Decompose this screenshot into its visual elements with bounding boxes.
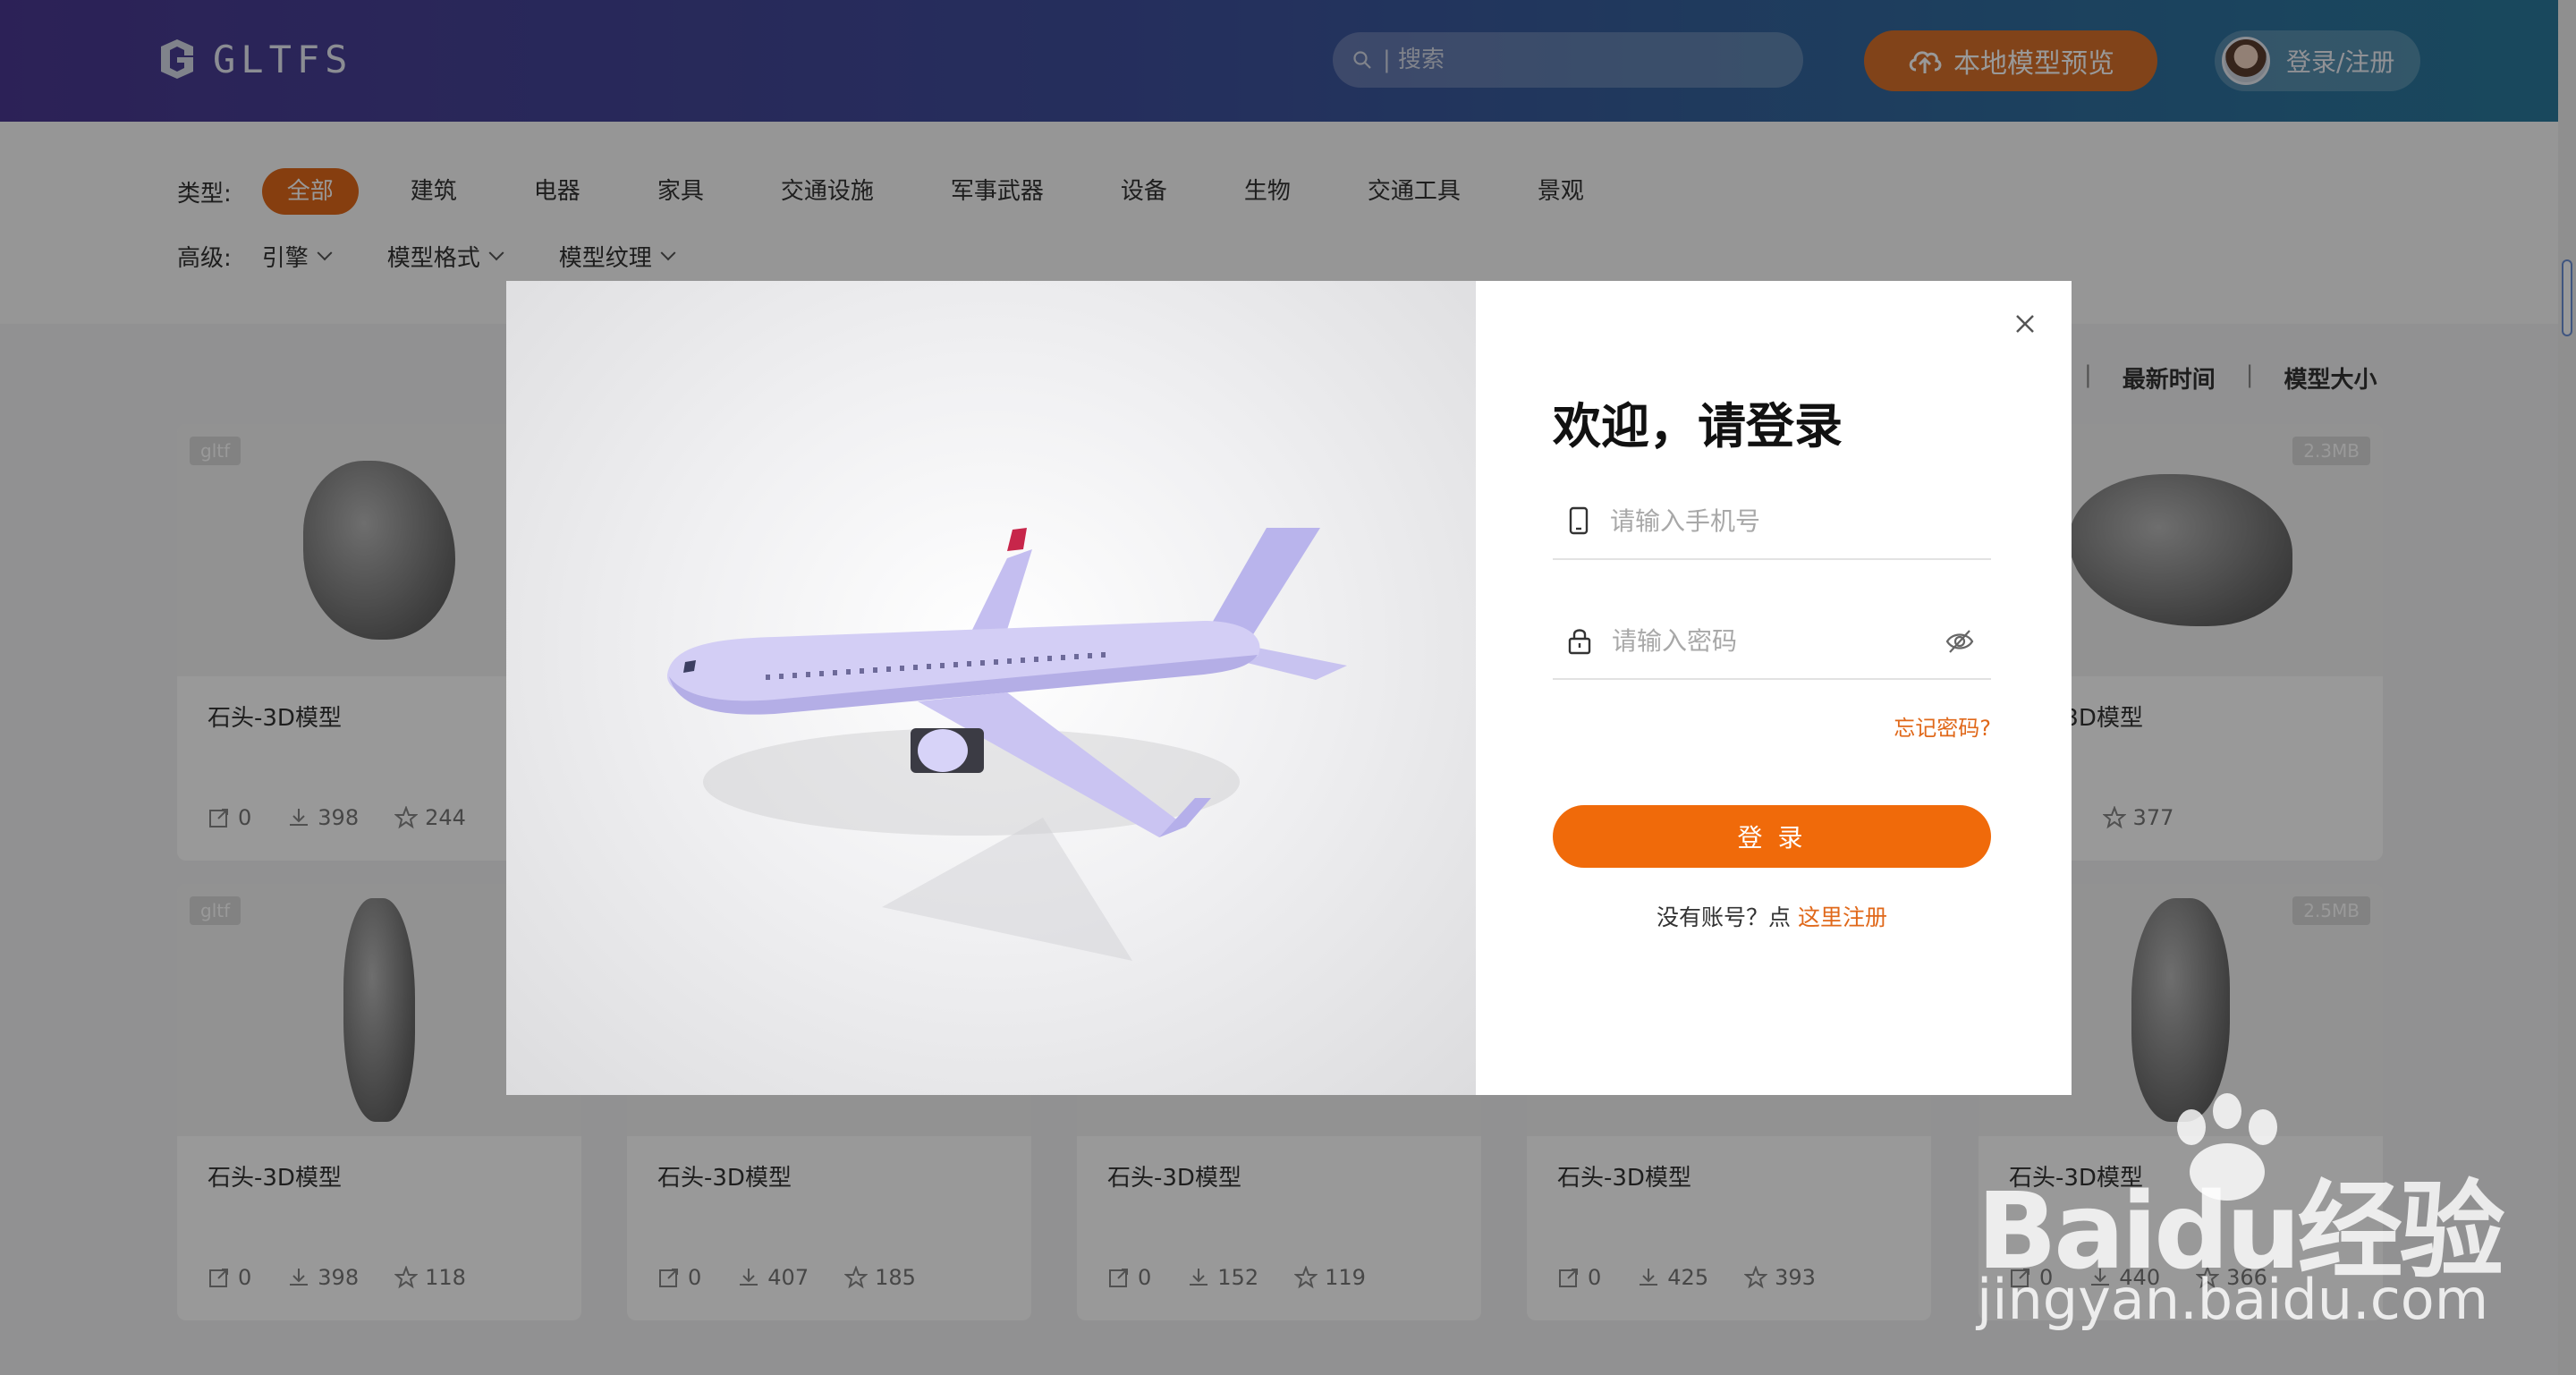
password-field[interactable] bbox=[1553, 603, 1991, 680]
register-prompt: 没有账号？点 这里注册 bbox=[1553, 900, 1991, 932]
register-link[interactable]: 这里注册 bbox=[1798, 904, 1887, 930]
login-modal: 欢迎，请登录 忘记密码? 登 录 没有账号？点 这里注册 bbox=[506, 281, 2072, 1095]
password-input[interactable] bbox=[1612, 625, 1916, 656]
phone-field[interactable] bbox=[1553, 483, 1991, 560]
eye-off-icon[interactable] bbox=[1945, 628, 1975, 655]
watermark-sub: jingyan.baidu.com bbox=[1977, 1267, 2489, 1332]
airplane-image bbox=[666, 528, 1347, 961]
phone-icon bbox=[1569, 506, 1589, 535]
no-account-text: 没有账号？点 bbox=[1657, 904, 1798, 930]
login-submit-button[interactable]: 登 录 bbox=[1553, 805, 1991, 868]
close-icon[interactable] bbox=[2009, 308, 2041, 340]
forgot-password-link[interactable]: 忘记密码? bbox=[1553, 710, 1991, 742]
airplane-illustration bbox=[506, 281, 1476, 1095]
lock-icon bbox=[1568, 629, 1591, 655]
login-form: 欢迎，请登录 忘记密码? 登 录 没有账号？点 这里注册 bbox=[1476, 281, 2072, 1095]
welcome-title: 欢迎，请登录 bbox=[1553, 398, 1843, 454]
phone-input[interactable] bbox=[1610, 505, 1914, 536]
baidu-watermark: Baidu经验 jingyan.baidu.com bbox=[1977, 1091, 2549, 1360]
